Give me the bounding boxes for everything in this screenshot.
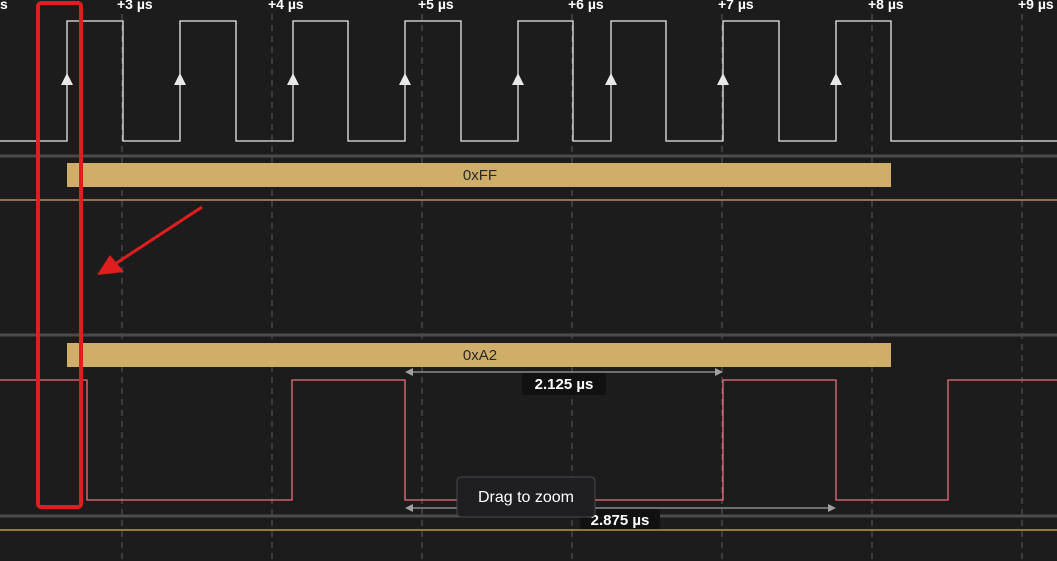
channel-separators — [0, 154, 1057, 518]
tick-label-5us: +5 µs — [418, 0, 454, 12]
clock-waveform — [0, 20, 1057, 142]
rising-edge-marker — [174, 73, 186, 85]
tick-label-9us: +9 µs — [1018, 0, 1054, 12]
measurement-1[interactable]: 2.125 µs — [405, 368, 723, 395]
rising-edge-marker — [287, 73, 299, 85]
decoded-byte-value: 0xFF — [463, 167, 497, 184]
annotation-arrow-shaft — [111, 205, 203, 268]
measure-arrow-left — [405, 368, 413, 376]
rising-edge-marker — [399, 73, 411, 85]
tick-label-edge: s — [0, 0, 8, 12]
tick-label-6us: +6 µs — [568, 0, 604, 12]
drag-to-zoom-tooltip: Drag to zoom — [456, 476, 596, 518]
measure-label: 2.125 µs — [535, 376, 594, 393]
measure-arrow-right — [828, 504, 836, 512]
tick-label-7us: +7 µs — [718, 0, 754, 12]
decoded-byte-value: 0xA2 — [463, 347, 497, 364]
logic-analyzer-view[interactable]: s +3 µs +4 µs +5 µs +6 µs +7 µs +8 µs +9… — [0, 0, 1057, 561]
highlight-box — [36, 1, 83, 509]
tick-label-4us: +4 µs — [268, 0, 304, 12]
measure-arrow-left — [405, 504, 413, 512]
clock-channel[interactable] — [0, 20, 1057, 142]
rising-edge-markers — [61, 73, 842, 85]
tooltip-text: Drag to zoom — [478, 489, 574, 506]
tick-label-8us: +8 µs — [868, 0, 904, 12]
data-channel-2[interactable]: 0xA2 — [0, 343, 1057, 501]
rising-edge-marker — [512, 73, 524, 85]
rising-edge-marker — [830, 73, 842, 85]
rising-edge-marker — [717, 73, 729, 85]
annotation-arrow-head — [97, 255, 124, 275]
rising-edge-marker — [61, 73, 73, 85]
rising-edge-marker — [605, 73, 617, 85]
measure-label: 2.875 µs — [591, 512, 650, 529]
time-ruler: s +3 µs +4 µs +5 µs +6 µs +7 µs +8 µs +9… — [0, 0, 1054, 12]
data-channel-1[interactable]: 0xFF — [0, 163, 1057, 201]
tick-label-3us: +3 µs — [117, 0, 153, 12]
